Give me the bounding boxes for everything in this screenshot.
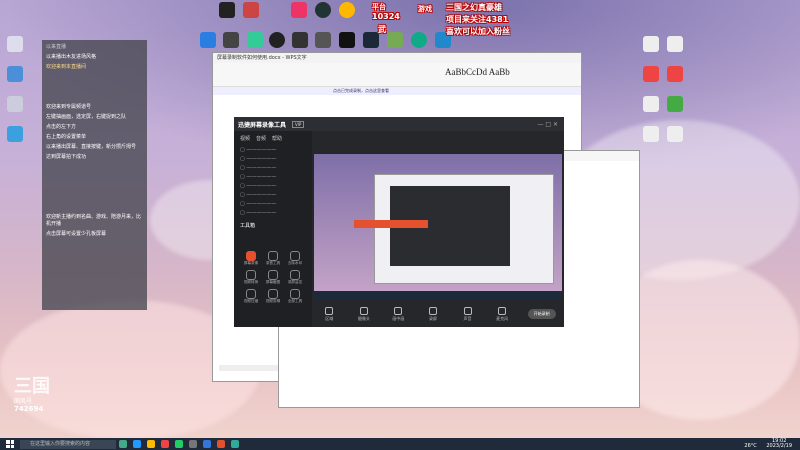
tool-watermark[interactable]: 去除水印: [284, 251, 306, 266]
weather-temp: 26°C: [744, 443, 757, 449]
tool-audio[interactable]: 录音工具: [262, 251, 284, 266]
chat-row: 以来播出木友进场风格: [46, 54, 97, 60]
mic-button[interactable]: 麦克风: [493, 306, 511, 322]
pip-button[interactable]: 画中画: [389, 306, 407, 322]
chat-spacer: [46, 74, 143, 104]
sidebar-item[interactable]: ▢ ——————: [234, 200, 312, 209]
taskbar-app-icon[interactable]: [119, 440, 127, 448]
desktop-icon[interactable]: [660, 126, 690, 143]
camera-button[interactable]: 摄像头: [355, 306, 373, 322]
recorder-titlebar[interactable]: 迅捷屏幕录像工具 VIP — □ ✕: [234, 117, 564, 131]
desktop-icon[interactable]: [332, 2, 362, 19]
document-notice[interactable]: 点击已完成录制，点击这里查看: [213, 87, 581, 95]
recorder-tabs: 视频 音频 帮助: [234, 131, 312, 146]
sidebar-item[interactable]: ▢ ——————: [234, 191, 312, 200]
overlay-line: 喜欢可以加入粉丝: [446, 27, 510, 36]
region-button[interactable]: 区域: [320, 306, 338, 322]
clock-date: 2023/2/19: [766, 443, 792, 449]
start-record-button[interactable]: 开始录制: [527, 309, 556, 319]
taskbar-app-icon[interactable]: [231, 440, 239, 448]
tool-screenshot[interactable]: 屏幕截图: [262, 270, 284, 285]
chat-row: 欢迎来到专属频道号: [46, 104, 92, 110]
preview-taskbar: [314, 291, 562, 299]
taskbar-app-icon[interactable]: [175, 440, 183, 448]
chat-row: 达到屏幕拍下成功: [46, 154, 87, 160]
desktop-icon[interactable]: [660, 96, 690, 113]
chat-row: 点击屏幕可设置少孔板屏幕: [46, 231, 107, 237]
recorder-window[interactable]: 迅捷屏幕录像工具 VIP — □ ✕ 视频 音频 帮助 ▢ —————— ▢ —…: [234, 117, 564, 327]
tool-convert[interactable]: 视频转换: [240, 270, 262, 285]
tab-video[interactable]: 视频: [240, 135, 250, 142]
system-tray[interactable]: 26°C 19:02 2023/2/19: [744, 439, 792, 449]
desktop-icon[interactable]: [236, 2, 266, 19]
recorder-controls: 区域 摄像头 画中画 录屏 声音 麦克风 开始录制: [312, 301, 564, 327]
taskbar-app-icon[interactable]: [161, 440, 169, 448]
sidebar-item[interactable]: ▢ ——————: [234, 182, 312, 191]
preview-toast: [354, 220, 428, 228]
chat-row: 点击的左下方: [46, 124, 77, 130]
overlay-sub: 10324: [372, 12, 400, 21]
record-mode-button[interactable]: 录屏: [424, 306, 442, 322]
taskbar-search[interactable]: 在这里输入你要搜索的内容: [20, 439, 116, 449]
sidebar-item[interactable]: ▢ ——————: [234, 173, 312, 182]
chat-row: 以来播出屏幕、直接按键，新分攒斤拇号: [46, 144, 137, 150]
tool-compress[interactable]: 视频压缩: [240, 289, 262, 304]
overlay-sub: 平台: [372, 3, 386, 11]
tool-screen-record[interactable]: 屏幕录像: [240, 251, 262, 266]
window-controls[interactable]: — □ ✕: [537, 121, 558, 128]
badge-sub: 国风号: [14, 398, 33, 405]
chat-row: 欢迎来到本直播间: [46, 64, 87, 70]
recorder-sidebar: 视频 音频 帮助 ▢ —————— ▢ —————— ▢ —————— ▢ ——…: [234, 131, 312, 327]
tab-audio[interactable]: 音频: [256, 135, 266, 142]
desktop-icon[interactable]: [660, 66, 690, 83]
tools-label: 工具箱: [240, 223, 256, 229]
sidebar-item[interactable]: ▢ ——————: [234, 164, 312, 173]
windows-start-icon[interactable]: [6, 440, 14, 448]
chat-spacer: [46, 164, 143, 214]
channel-badge: 三国 国风号 742694: [14, 378, 54, 426]
desktop-icon[interactable]: [0, 66, 30, 83]
chat-row: 欢迎新主播约到名曲、游戏、陪游月来，比机开播: [46, 214, 142, 227]
badge-logo: 三国: [14, 376, 50, 397]
sidebar-item[interactable]: ▢ ——————: [234, 209, 312, 218]
overlay-sub: 游戏: [418, 5, 432, 13]
style-preview[interactable]: AaBbCcDd AaBb: [445, 67, 510, 77]
document-title: 屏幕录制软件如何使用.docx - WPS文字: [213, 53, 581, 63]
sidebar-item[interactable]: ▢ ——————: [234, 155, 312, 164]
sound-button[interactable]: 声音: [459, 306, 477, 322]
tab-help[interactable]: 帮助: [272, 135, 282, 142]
tool-all[interactable]: 全部工具: [284, 289, 306, 304]
taskbar-app-icon[interactable]: [203, 440, 211, 448]
taskbar: 在这里输入你要搜索的内容 26°C 19:02 2023/2/19: [0, 438, 800, 450]
chat-panel: 以来直播 以来播出木友进场风格 欢迎来到本直播间 欢迎来到专属频道号 左键抽画面…: [42, 40, 147, 310]
chat-row: 左键抽画面，选定屏，右键捉到之队: [46, 114, 127, 120]
chat-header: 以来直播: [46, 44, 67, 50]
taskbar-app-icon[interactable]: [189, 440, 197, 448]
taskbar-app-icon[interactable]: [147, 440, 155, 448]
desktop-icon[interactable]: [0, 96, 30, 113]
desktop-icon[interactable]: [660, 36, 690, 53]
desktop-icon[interactable]: [0, 126, 30, 143]
document-ribbon[interactable]: AaBbCcDd AaBb: [213, 63, 581, 87]
chat-row: 右上角的设置菜单: [46, 134, 87, 140]
tool-edit[interactable]: 视频剪辑: [262, 289, 284, 304]
badge-number: 742694: [14, 405, 44, 413]
overlay-line: 项目来关注4381: [446, 15, 509, 24]
overlay-line: 三国之幻真豪雄: [446, 3, 502, 12]
recording-preview[interactable]: [314, 154, 562, 299]
recorder-logo: 迅捷屏幕录像工具: [238, 121, 287, 129]
overlay-sub: 武: [378, 25, 386, 34]
recycle-bin-icon[interactable]: [0, 36, 30, 53]
taskbar-app-icon[interactable]: [133, 440, 141, 448]
vip-badge[interactable]: VIP: [292, 120, 305, 128]
sidebar-item[interactable]: ▢ ——————: [234, 146, 312, 155]
tool-monitor[interactable]: 录屏监控: [284, 270, 306, 285]
taskbar-app-icon[interactable]: [217, 440, 225, 448]
